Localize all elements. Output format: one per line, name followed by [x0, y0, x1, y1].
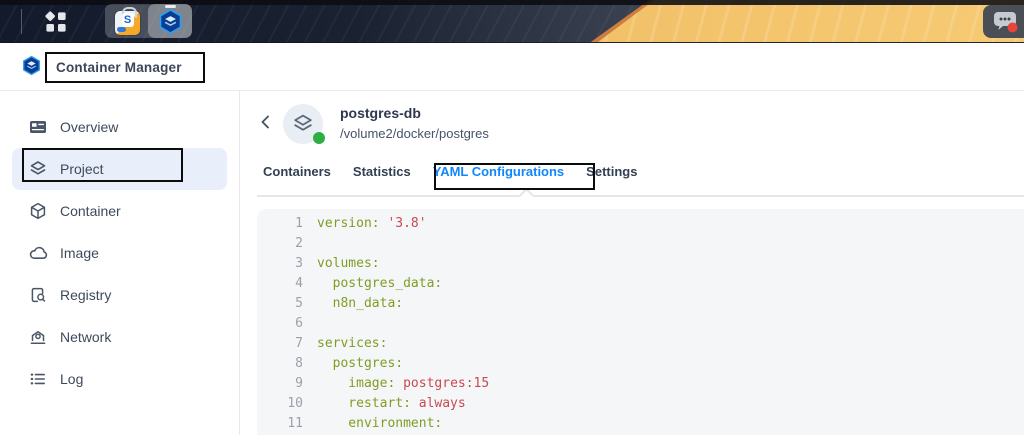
- window-header: Container Manager: [0, 43, 1024, 91]
- tab-yaml-configurations[interactable]: YAML Configurations: [433, 162, 564, 181]
- list-icon: [30, 373, 45, 385]
- tab-divider-line: [257, 195, 1024, 197]
- code-line: 4 postgres_data:: [257, 274, 1024, 294]
- yaml-key: environment:: [317, 416, 443, 431]
- line-number: 9: [295, 376, 303, 391]
- yaml-key: restart:: [317, 396, 411, 411]
- yaml-key: postgres_data:: [317, 276, 443, 291]
- yaml-key: postgres:: [317, 356, 404, 371]
- tab-containers[interactable]: Containers: [263, 162, 331, 181]
- sidebar-item-label: Log: [60, 371, 84, 387]
- container-manager-icon: [159, 8, 181, 34]
- yaml-code-editor[interactable]: 1 version: '3.8' 2 3 volumes: 4 postgres_d…: [257, 209, 1024, 435]
- line-number: 10: [287, 396, 303, 411]
- notification-dot: [1007, 22, 1018, 32]
- yaml-key: volumes:: [317, 256, 380, 271]
- chat-notifications-button[interactable]: [983, 5, 1024, 38]
- yaml-key: services:: [317, 336, 388, 351]
- line-number: 4: [295, 276, 303, 291]
- sidebar-nav: Overview Project Container Image Registr…: [0, 91, 240, 435]
- line-number: 1: [295, 216, 303, 231]
- taskbar-running-apps: S: [105, 4, 192, 38]
- code-line: 10 restart: always: [257, 394, 1024, 414]
- code-line: 3 volumes:: [257, 254, 1024, 274]
- document-search-icon: [31, 287, 46, 303]
- project-path: /volume2/docker/postgres: [340, 126, 489, 141]
- code-line: 8 postgres:: [257, 354, 1024, 374]
- line-number: 3: [295, 256, 303, 271]
- project-avatar: [283, 104, 325, 144]
- back-button[interactable]: [258, 113, 278, 133]
- main-content: postgres-db /volume2/docker/postgres Con…: [240, 91, 1024, 435]
- code-line: 11 environment:: [257, 414, 1024, 434]
- yaml-value: always: [410, 396, 466, 411]
- sidebar-item-label: Container: [60, 203, 121, 219]
- line-number: 8: [295, 356, 303, 371]
- sidebar-item-label: Image: [60, 245, 99, 261]
- tab-bar: Containers Statistics YAML Configuration…: [263, 162, 637, 181]
- tab-statistics[interactable]: Statistics: [353, 162, 411, 181]
- sidebar-item-project[interactable]: Project: [12, 148, 227, 190]
- code-line: 7 services:: [257, 334, 1024, 354]
- container-manager-logo-icon: [21, 55, 42, 81]
- cloud-icon: [29, 246, 48, 259]
- yaml-key: image:: [317, 376, 396, 391]
- layers-icon: [294, 114, 312, 131]
- yaml-key: version:: [317, 216, 380, 231]
- sidebar-item-network[interactable]: Network: [0, 316, 239, 358]
- active-tab-notch: [518, 187, 535, 204]
- code-line: 1 version: '3.8': [257, 214, 1024, 234]
- line-number: 2: [295, 236, 303, 251]
- sidebar-item-label: Registry: [60, 287, 112, 303]
- sidebar-item-overview[interactable]: Overview: [0, 106, 239, 148]
- line-number: 7: [295, 336, 303, 351]
- container-manager-screen: S Container Manager Overview Project Con…: [0, 0, 1024, 435]
- window-title: Container Manager: [56, 60, 182, 75]
- yaml-key: n8n_data:: [317, 296, 404, 311]
- overview-card-icon: [30, 121, 46, 133]
- sidebar-item-label: Project: [60, 161, 104, 177]
- status-running-dot: [313, 132, 325, 144]
- tab-settings[interactable]: Settings: [586, 162, 637, 181]
- sidebar-item-label: Network: [60, 329, 112, 345]
- main-menu-button[interactable]: [43, 9, 69, 35]
- yaml-value: '3.8': [379, 216, 427, 231]
- layers-icon: [30, 161, 46, 175]
- yaml-value: postgres:15: [395, 376, 490, 391]
- chat-bubble-icon: [994, 11, 1018, 32]
- package-center-letter: S: [121, 12, 134, 27]
- line-number: 6: [295, 316, 303, 331]
- package-center-icon: S: [114, 6, 140, 35]
- network-hub-icon: [30, 330, 46, 344]
- sidebar-item-log[interactable]: Log: [0, 358, 239, 400]
- line-number: 5: [295, 296, 303, 311]
- main-menu-grid-icon: [45, 11, 66, 32]
- desktop-taskbar: S: [0, 0, 1024, 43]
- line-number: 11: [287, 416, 303, 431]
- sidebar-item-image[interactable]: Image: [0, 232, 239, 274]
- code-line: 5 n8n_data:: [257, 294, 1024, 314]
- code-line: 2: [257, 234, 1024, 254]
- code-line: 6: [257, 314, 1024, 334]
- code-line: 9 image: postgres:15: [257, 374, 1024, 394]
- chevron-left-icon: [261, 115, 269, 129]
- taskbar-divider: [21, 9, 22, 34]
- container-manager-taskbar-button[interactable]: [148, 4, 192, 38]
- project-name: postgres-db: [340, 105, 421, 121]
- sidebar-item-container[interactable]: Container: [0, 190, 239, 232]
- cube-icon: [30, 202, 46, 220]
- active-app-indicator: [165, 5, 176, 8]
- sidebar-item-label: Overview: [60, 119, 119, 135]
- package-center-taskbar-button[interactable]: S: [105, 4, 149, 38]
- sidebar-item-registry[interactable]: Registry: [0, 274, 239, 316]
